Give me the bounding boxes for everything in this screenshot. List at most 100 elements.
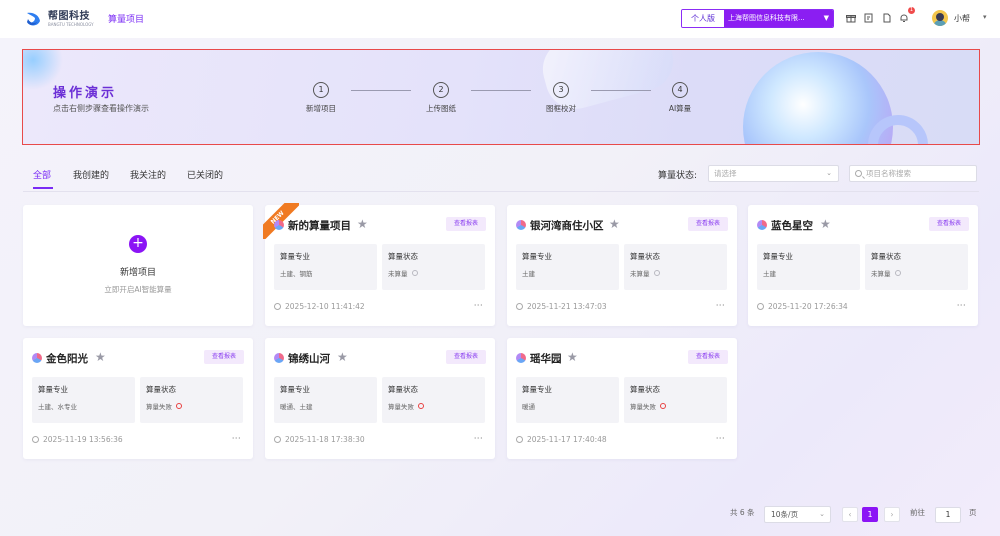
logo-subtitle: BANGTU TECHNOLOGY <box>48 21 94 27</box>
add-icon[interactable]: + <box>129 235 147 253</box>
discipline-value: 暖通 <box>522 403 535 411</box>
discipline-box: 算量专业 土建、钢筋 <box>274 244 377 290</box>
project-card[interactable]: 瑶华园 ★ 查看报表 算量专业 暖通 算量状态 算量失败 2025-11-17 … <box>507 338 737 459</box>
project-icon <box>274 353 284 363</box>
tab-active-indicator <box>33 187 53 189</box>
view-report-button[interactable]: 查看报表 <box>446 217 486 231</box>
discipline-box: 算量专业 土建 <box>757 244 860 290</box>
step-label: 新增项目 <box>306 104 336 113</box>
username[interactable]: 小帮 <box>954 13 970 24</box>
status-dot-icon <box>660 403 666 409</box>
page-suffix: 页 <box>969 508 977 517</box>
star-icon[interactable]: ★ <box>609 217 620 231</box>
step-label: 上传图纸 <box>426 104 456 113</box>
project-name[interactable]: 锦绣山河 <box>288 351 330 366</box>
tab-followed[interactable]: 我关注的 <box>130 168 166 181</box>
prev-page-button[interactable]: ‹ <box>842 507 858 522</box>
clock-icon <box>516 436 523 443</box>
clock-icon <box>516 303 523 310</box>
project-name[interactable]: 金色阳光 <box>46 351 88 366</box>
status-label: 算量状态 <box>388 385 418 394</box>
tab-closed[interactable]: 已关闭的 <box>187 168 223 181</box>
search-input[interactable]: 项目名称搜索 <box>849 165 977 182</box>
status-box: 算量状态 未算量 <box>382 244 485 290</box>
status-box: 算量状态 算量失败 <box>140 377 243 423</box>
page-size-value: 10条/页 <box>771 510 799 519</box>
project-card[interactable]: NEW 新的算量项目 ★ 查看报表 算量专业 土建、钢筋 算量状态 未算量 20… <box>263 203 495 326</box>
tab-created[interactable]: 我创建的 <box>73 168 109 181</box>
view-report-button[interactable]: 查看报表 <box>688 350 728 364</box>
gift-icon[interactable] <box>846 13 856 23</box>
project-card[interactable]: 蓝色星空 ★ 查看报表 算量专业 土建 算量状态 未算量 2025-11-20 … <box>748 205 978 326</box>
nav-projects[interactable]: 算量项目 <box>108 12 144 25</box>
project-icon <box>274 220 284 230</box>
step-1[interactable]: 1 新增项目 <box>291 82 351 114</box>
more-icon[interactable]: ··· <box>957 301 966 310</box>
page-1-button[interactable]: 1 <box>862 507 878 522</box>
star-icon[interactable]: ★ <box>95 350 106 364</box>
project-name[interactable]: 新的算量项目 <box>288 218 351 233</box>
next-page-button[interactable]: › <box>884 507 900 522</box>
file-icon[interactable] <box>882 13 892 23</box>
project-name[interactable]: 银河湾商住小区 <box>530 218 604 233</box>
view-report-button[interactable]: 查看报表 <box>688 217 728 231</box>
status-value: 未算量 <box>630 270 650 278</box>
more-icon[interactable]: ··· <box>232 434 241 443</box>
discipline-box: 算量专业 土建 <box>516 244 619 290</box>
project-card[interactable]: 金色阳光 ★ 查看报表 算量专业 土建、水专业 算量状态 算量失败 2025-1… <box>23 338 253 459</box>
discipline-label: 算量专业 <box>280 252 310 261</box>
project-card[interactable]: 锦绣山河 ★ 查看报表 算量专业 暖通、土建 算量状态 算量失败 2025-11… <box>265 338 495 459</box>
discipline-box: 算量专业 土建、水专业 <box>32 377 135 423</box>
status-box: 算量状态 算量失败 <box>382 377 485 423</box>
status-box: 算量状态 未算量 <box>624 244 727 290</box>
bell-icon[interactable] <box>899 13 909 23</box>
status-filter-label: 算量状态: <box>658 171 698 181</box>
star-icon[interactable]: ★ <box>820 217 831 231</box>
more-icon[interactable]: ··· <box>716 434 725 443</box>
status-value: 算量失败 <box>388 403 414 411</box>
project-icon <box>757 220 767 230</box>
view-report-button[interactable]: 查看报表 <box>446 350 486 364</box>
project-name[interactable]: 瑶华园 <box>530 351 562 366</box>
clock-icon <box>274 303 281 310</box>
more-icon[interactable]: ··· <box>474 434 483 443</box>
page-size-select[interactable]: 10条/页 ⌄ <box>764 506 831 523</box>
company-select[interactable]: 上海帮图信息科技有限... ▼ <box>724 10 833 27</box>
goto-page-input[interactable]: 1 <box>935 507 961 523</box>
top-header: 帮图科技 BANGTU TECHNOLOGY 算量项目 个人版 上海帮图信息科技… <box>0 0 1000 38</box>
step-4[interactable]: 4 AI算量 <box>650 82 710 114</box>
edit-document-icon[interactable] <box>864 13 874 23</box>
star-icon[interactable]: ★ <box>567 350 578 364</box>
view-report-button[interactable]: 查看报表 <box>929 217 969 231</box>
discipline-value: 土建、钢筋 <box>280 270 313 278</box>
more-icon[interactable]: ··· <box>716 301 725 310</box>
logo[interactable]: 帮图科技 BANGTU TECHNOLOGY <box>24 9 94 29</box>
created-time: 2025-12-10 11:41:42 <box>285 302 365 311</box>
discipline-value: 土建 <box>763 270 776 278</box>
step-2[interactable]: 2 上传图纸 <box>411 82 471 114</box>
discipline-label: 算量专业 <box>763 252 793 261</box>
search-icon <box>855 170 862 177</box>
step-3[interactable]: 3 图框校对 <box>531 82 591 114</box>
status-label: 算量状态 <box>871 252 901 261</box>
edition-label[interactable]: 个人版 <box>682 10 724 27</box>
step-number: 1 <box>313 82 329 98</box>
status-box: 算量状态 算量失败 <box>624 377 727 423</box>
edition-switcher[interactable]: 个人版 上海帮图信息科技有限... ▼ <box>681 9 834 28</box>
star-icon[interactable]: ★ <box>337 350 348 364</box>
avatar[interactable] <box>932 10 948 26</box>
chevron-down-icon[interactable]: ▾ <box>983 13 987 21</box>
status-value: 未算量 <box>871 270 891 278</box>
view-report-button[interactable]: 查看报表 <box>204 350 244 364</box>
tab-all[interactable]: 全部 <box>33 168 51 181</box>
new-project-card[interactable]: + 新增项目 立即开启AI智能算量 <box>23 205 253 326</box>
goto-label: 前往 <box>910 508 925 517</box>
status-select[interactable]: 请选择 ⌄ <box>708 165 839 182</box>
discipline-value: 土建、水专业 <box>38 403 77 411</box>
project-name[interactable]: 蓝色星空 <box>771 218 813 233</box>
demo-banner: 操作演示 点击右侧步骤查看操作演示 1 新增项目 2 上传图纸 3 图框校对 4… <box>22 49 980 145</box>
project-card[interactable]: 银河湾商住小区 ★ 查看报表 算量专业 土建 算量状态 未算量 2025-11-… <box>507 205 737 326</box>
step-label: 图框校对 <box>546 104 576 113</box>
star-icon[interactable]: ★ <box>357 217 368 231</box>
more-icon[interactable]: ··· <box>474 301 483 310</box>
